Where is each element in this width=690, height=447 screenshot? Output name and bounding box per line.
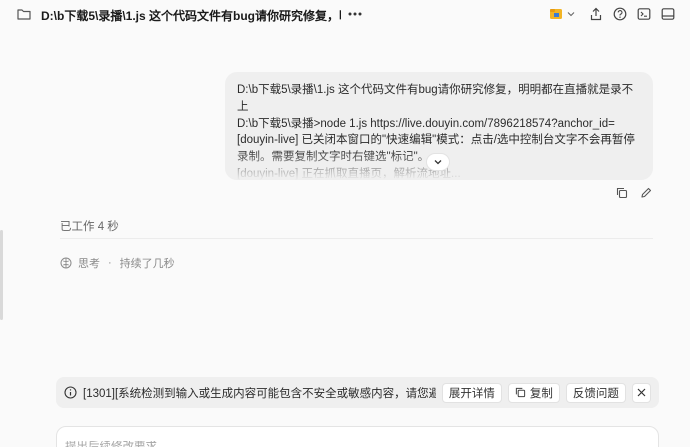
thinking-duration: 持续了几秒 <box>119 258 175 270</box>
brain-icon <box>60 257 72 269</box>
error-message: [1301][系统检测到输入或生成内容可能包含不安全或敏感内容，请您避免输入..… <box>83 387 436 400</box>
app-picker-button[interactable] <box>544 5 580 23</box>
app-window: D:\b下载5\录播\1.js 这个代码文件有bug请你研究修复，明... D:… <box>0 0 690 447</box>
copy-label: 复制 <box>529 387 553 400</box>
info-icon <box>64 386 77 399</box>
chevron-down-icon <box>434 160 442 165</box>
header-actions <box>544 5 676 23</box>
window-button[interactable] <box>660 6 676 22</box>
copy-message-button[interactable] <box>616 186 628 199</box>
divider <box>60 238 653 239</box>
page-title: D:\b下载5\录播\1.js 这个代码文件有bug请你研究修复，明... <box>41 9 341 23</box>
help-icon <box>613 7 627 21</box>
thinking-label: 思考 <box>78 258 100 270</box>
copy-icon <box>515 387 525 398</box>
help-button[interactable] <box>612 6 628 22</box>
share-button[interactable] <box>588 6 604 22</box>
feedback-button[interactable]: 反馈问题 <box>565 382 626 403</box>
error-banner: [1301][系统检测到输入或生成内容可能包含不安全或敏感内容，请您避免输入..… <box>56 377 659 408</box>
follow-up-input[interactable] <box>65 441 650 447</box>
message-actions <box>616 186 652 199</box>
copy-error-button[interactable]: 复制 <box>507 382 560 403</box>
copy-icon <box>616 187 628 199</box>
edit-message-button[interactable] <box>640 186 652 198</box>
worked-status: 已工作 4 秒 <box>60 221 119 233</box>
expand-details-button[interactable]: 展开详情 <box>441 382 502 403</box>
chevron-down-icon <box>567 12 575 17</box>
app-icon <box>550 9 562 19</box>
share-icon <box>590 7 602 21</box>
more-icon[interactable] <box>346 6 364 22</box>
folder-icon[interactable] <box>17 8 31 20</box>
terminal-icon <box>637 8 651 20</box>
terminal-button[interactable] <box>636 6 652 22</box>
pencil-icon <box>641 187 652 198</box>
left-panel-edge[interactable] <box>0 230 3 320</box>
close-error-button[interactable] <box>631 382 651 403</box>
window-icon <box>661 8 675 20</box>
separator-dot: · <box>108 257 112 269</box>
close-icon <box>637 388 646 397</box>
header: D:\b下载5\录播\1.js 这个代码文件有bug请你研究修复，明... <box>0 0 690 30</box>
expand-message-button[interactable] <box>426 153 450 171</box>
thinking-toggle[interactable]: 思考 · 持续了几秒 <box>60 255 175 271</box>
composer <box>56 426 659 447</box>
